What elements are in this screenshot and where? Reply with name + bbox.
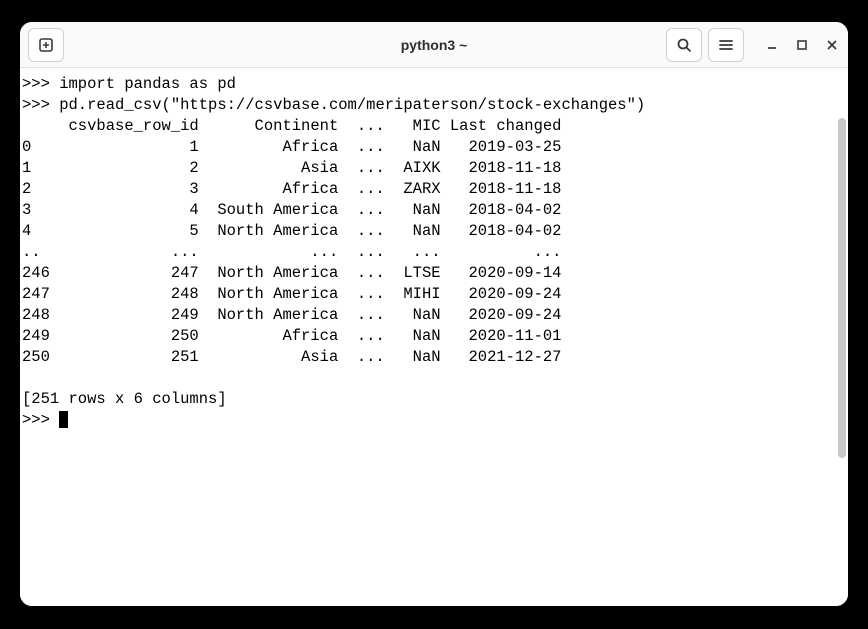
close-icon	[827, 40, 837, 50]
terminal-line: 2 3 Africa ... ZARX 2018-11-18	[22, 180, 562, 198]
maximize-button[interactable]	[794, 37, 810, 53]
maximize-icon	[797, 40, 807, 50]
close-button[interactable]	[824, 37, 840, 53]
terminal-line: 248 249 North America ... NaN 2020-09-24	[22, 306, 562, 324]
terminal-window: python3 ~	[20, 22, 848, 606]
minimize-icon	[767, 40, 777, 50]
menu-button[interactable]	[708, 28, 744, 62]
terminal-line: 1 2 Asia ... AIXK 2018-11-18	[22, 159, 562, 177]
window-controls	[764, 37, 840, 53]
terminal-line: 250 251 Asia ... NaN 2021-12-27	[22, 348, 562, 366]
search-button[interactable]	[666, 28, 702, 62]
terminal-line: 4 5 North America ... NaN 2018-04-02	[22, 222, 562, 240]
terminal-line: 246 247 North America ... LTSE 2020-09-1…	[22, 264, 562, 282]
terminal-line: 249 250 Africa ... NaN 2020-11-01	[22, 327, 562, 345]
cursor	[59, 411, 68, 428]
terminal-line: [251 rows x 6 columns]	[22, 390, 227, 408]
terminal-line: 3 4 South America ... NaN 2018-04-02	[22, 201, 562, 219]
new-tab-icon	[37, 36, 55, 54]
new-tab-button[interactable]	[28, 28, 64, 62]
search-icon	[675, 36, 693, 54]
titlebar: python3 ~	[20, 22, 848, 68]
terminal-line: 247 248 North America ... MIHI 2020-09-2…	[22, 285, 562, 303]
terminal-line: >>> import pandas as pd	[22, 75, 236, 93]
terminal-output[interactable]: >>> import pandas as pd >>> pd.read_csv(…	[20, 68, 848, 606]
titlebar-right	[666, 28, 840, 62]
terminal-line: csvbase_row_id Continent ... MIC Last ch…	[22, 117, 562, 135]
minimize-button[interactable]	[764, 37, 780, 53]
titlebar-left	[28, 28, 64, 62]
terminal-line: >>> pd.read_csv("https://csvbase.com/mer…	[22, 96, 645, 114]
terminal-line: 0 1 Africa ... NaN 2019-03-25	[22, 138, 562, 156]
hamburger-icon	[717, 36, 735, 54]
window-title: python3 ~	[401, 37, 468, 53]
prompt: >>>	[22, 411, 59, 429]
terminal-line: .. ... ... ... ... ...	[22, 243, 562, 261]
scrollbar[interactable]	[838, 118, 846, 458]
